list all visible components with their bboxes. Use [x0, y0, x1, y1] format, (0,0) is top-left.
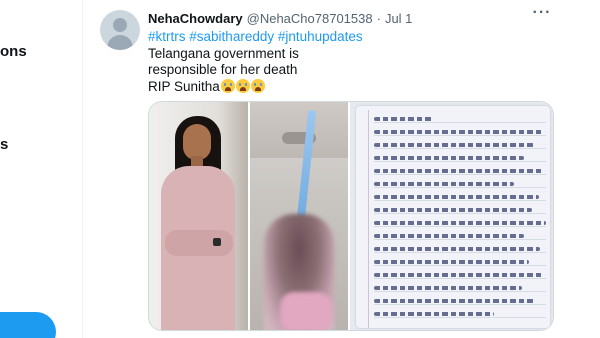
letter-handwriting: [374, 234, 524, 238]
letter-ruled-line: [374, 200, 546, 201]
compose-tweet-button[interactable]: [0, 312, 56, 338]
tweet-text: #ktrtrs #sabithareddy #jntuhupdates Tela…: [148, 29, 508, 95]
photo-handwritten-letter[interactable]: [350, 102, 553, 330]
avatar[interactable]: [100, 10, 140, 50]
letter-ruled-line: [374, 161, 546, 162]
tweet-media-grid: [148, 101, 554, 331]
letter-handwriting: [374, 117, 434, 121]
author-handle[interactable]: @NehaCho78701538: [247, 11, 373, 26]
letter-ruled-line: [374, 278, 546, 279]
letter-handwriting: [374, 247, 540, 251]
letter-ruled-line: [374, 187, 546, 188]
tweet[interactable]: NehaChowdary @NehaCho78701538 · Jul 1 ··…: [84, 0, 600, 338]
tweet-text-line: Telangana government is: [148, 45, 299, 61]
hashtag-line: #ktrtrs #sabithareddy #jntuhupdates: [148, 29, 508, 46]
photo-figure-arms: [165, 230, 233, 256]
letter-handwriting: [374, 195, 539, 199]
letter-ruled-line: [374, 213, 546, 214]
letter-handwriting: [374, 221, 546, 225]
author-display-name[interactable]: NehaChowdary: [148, 11, 243, 26]
column-divider: [82, 0, 83, 338]
tweet-header: NehaChowdary @NehaCho78701538 · Jul 1: [148, 11, 412, 26]
letter-handwriting: [374, 143, 534, 147]
letter-ruled-line: [374, 252, 546, 253]
photo-ceiling: [250, 102, 348, 158]
photo-figure-face: [183, 124, 211, 160]
left-navigation: ons s: [0, 0, 82, 338]
letter-ruled-line: [374, 304, 546, 305]
photo-blurred-region: [280, 292, 332, 330]
hashtag-link[interactable]: #jntuhupdates: [278, 29, 363, 44]
letter-handwriting: [374, 312, 494, 316]
crying-face-emoji-icon: [235, 78, 250, 93]
letter-margin-line: [368, 110, 369, 328]
default-avatar-head-icon: [113, 18, 127, 32]
tweet-date[interactable]: Jul 1: [385, 11, 412, 26]
letter-ruled-line: [374, 265, 546, 266]
letter-handwriting: [374, 286, 522, 290]
watch-icon: [213, 238, 221, 246]
letter-handwriting: [374, 156, 524, 160]
nav-notifications-label[interactable]: ons: [0, 43, 27, 60]
letter-handwriting: [374, 208, 532, 212]
crying-face-emoji-icon: [250, 78, 265, 93]
letter-ruled-line: [374, 317, 546, 318]
letter-handwriting: [374, 182, 514, 186]
letter-ruled-line: [374, 122, 546, 123]
tweet-text-line: RIP Sunitha: [148, 78, 220, 94]
nav-lists-label[interactable]: s: [0, 136, 8, 153]
photo-portrait[interactable]: [149, 102, 248, 330]
tweet-text-line-emoji: RIP Sunitha: [148, 78, 508, 96]
letter-ruled-line: [374, 239, 546, 240]
letter-handwriting: [374, 130, 542, 134]
default-avatar-body-icon: [107, 35, 133, 50]
hashtag-link[interactable]: #sabithareddy: [189, 29, 274, 44]
letter-handwriting: [374, 273, 544, 277]
tweet-text-line: responsible for her death: [148, 62, 298, 77]
more-options-icon[interactable]: ···: [532, 5, 552, 24]
letter-paper: [356, 106, 550, 328]
photo-blurred-scene[interactable]: [250, 102, 348, 330]
letter-handwriting: [374, 299, 536, 303]
header-separator: ·: [376, 11, 381, 26]
letter-ruled-line: [374, 148, 546, 149]
letter-handwriting: [374, 169, 544, 173]
hashtag-link[interactable]: #ktrtrs: [148, 29, 186, 44]
letter-handwriting: [374, 260, 529, 264]
letter-ruled-line: [374, 174, 546, 175]
letter-ruled-line: [374, 135, 546, 136]
letter-ruled-line: [374, 226, 546, 227]
letter-ruled-line: [374, 291, 546, 292]
crying-face-emoji-icon: [220, 78, 235, 93]
